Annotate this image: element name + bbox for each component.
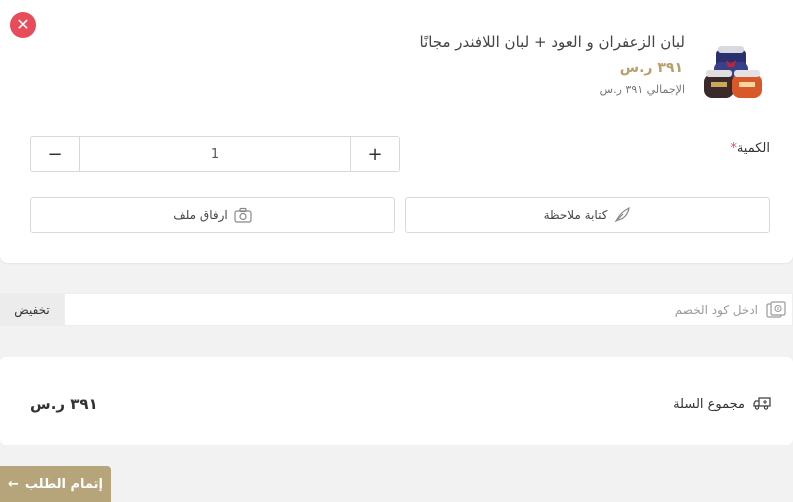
close-icon: ✕ (16, 15, 30, 34)
decrease-quantity-button[interactable]: − (31, 137, 80, 171)
quantity-label-text: الكمية (736, 141, 770, 156)
discount-field (64, 293, 793, 326)
write-note-button[interactable]: كتابة ملاحظة (405, 197, 770, 233)
remove-item-button[interactable]: ✕ (10, 12, 36, 38)
product-price: ٣٩١ ر.س (619, 60, 683, 76)
write-note-label: كتابة ملاحظة (543, 208, 608, 222)
increase-quantity-button[interactable]: + (350, 137, 399, 171)
cart-total-label: مجموع السلة (673, 397, 745, 412)
checkout-button[interactable]: إتمام الطلب ← (0, 466, 111, 502)
cart-summary: مجموع السلة ٣٩١ ر.س (0, 357, 793, 445)
quantity-input[interactable]: 1 (80, 137, 350, 171)
cart-item-card: ✕ لبان الزعفران و العود + لبان اللافندر … (0, 0, 793, 263)
attach-file-label: ارفاق ملف (173, 208, 228, 222)
checkout-label: إتمام الطلب (24, 476, 103, 492)
discount-bar: تخفيض (0, 293, 793, 326)
arrow-left-icon: ← (8, 476, 19, 492)
cart-total-amount: ٣٩١ ر.س (30, 395, 98, 413)
delivery-truck-icon (753, 397, 771, 410)
product-total: الإجمالي ٣٩١ ر.س (599, 83, 685, 96)
quantity-label: الكمية* (730, 141, 770, 156)
product-title[interactable]: لبان الزعفران و العود + لبان اللافندر مج… (419, 33, 685, 51)
quantity-stepper: − 1 + (30, 136, 400, 172)
attach-file-button[interactable]: ارفاق ملف (30, 197, 395, 233)
camera-icon (234, 207, 252, 223)
feather-icon (615, 206, 631, 223)
apply-discount-button[interactable]: تخفيض (0, 293, 64, 326)
product-image (704, 46, 762, 98)
discount-code-input[interactable] (98, 294, 758, 325)
coupon-icon (766, 301, 786, 318)
